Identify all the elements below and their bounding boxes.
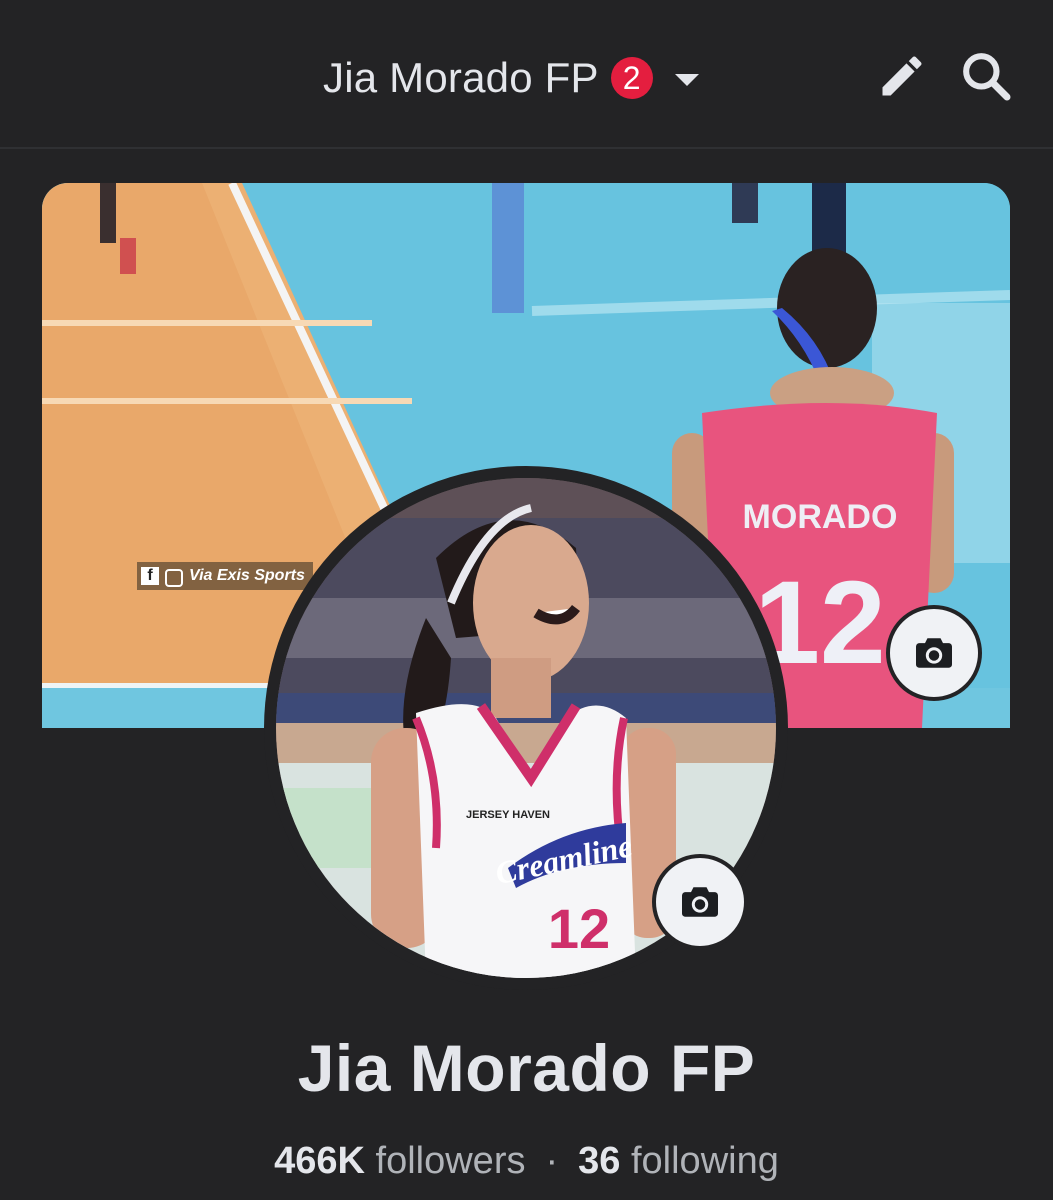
top-bar: Jia Morado FP 2 — [0, 0, 1053, 149]
avatar-jersey-number: 12 — [548, 897, 610, 960]
following-link[interactable]: 36 following — [578, 1140, 779, 1182]
chevron-down-icon[interactable] — [674, 74, 699, 86]
facebook-icon: f — [141, 567, 159, 585]
photo-credit: f Via Exis Sports — [137, 562, 313, 590]
separator: · — [545, 1140, 559, 1182]
page-switcher[interactable]: Jia Morado FP 2 — [323, 52, 699, 104]
followers-count: 466K — [274, 1140, 365, 1182]
jersey-name-text: MORADO — [743, 498, 898, 536]
followers-label: followers — [375, 1140, 526, 1182]
profile-name: Jia Morado FP — [297, 1031, 756, 1105]
following-count: 36 — [578, 1140, 621, 1182]
following-label: following — [630, 1140, 779, 1182]
instagram-icon — [165, 569, 183, 587]
search-button[interactable] — [956, 46, 1016, 106]
pencil-icon — [882, 56, 922, 96]
followers-link[interactable]: 466K followers — [274, 1140, 525, 1182]
follow-stats: 466K followers · 36 following — [0, 1140, 1053, 1183]
edit-cover-photo-button[interactable] — [886, 605, 982, 701]
camera-icon — [682, 887, 718, 917]
camera-icon — [916, 638, 952, 668]
notification-badge: 2 — [610, 57, 653, 99]
credit-text: Via Exis Sports — [189, 567, 305, 584]
page-title: Jia Morado FP — [323, 54, 599, 101]
sponsor-text: JERSEY HAVEN — [466, 809, 550, 821]
edit-profile-picture-button[interactable] — [652, 854, 748, 950]
search-icon — [963, 53, 1011, 101]
edit-button[interactable] — [872, 46, 932, 106]
